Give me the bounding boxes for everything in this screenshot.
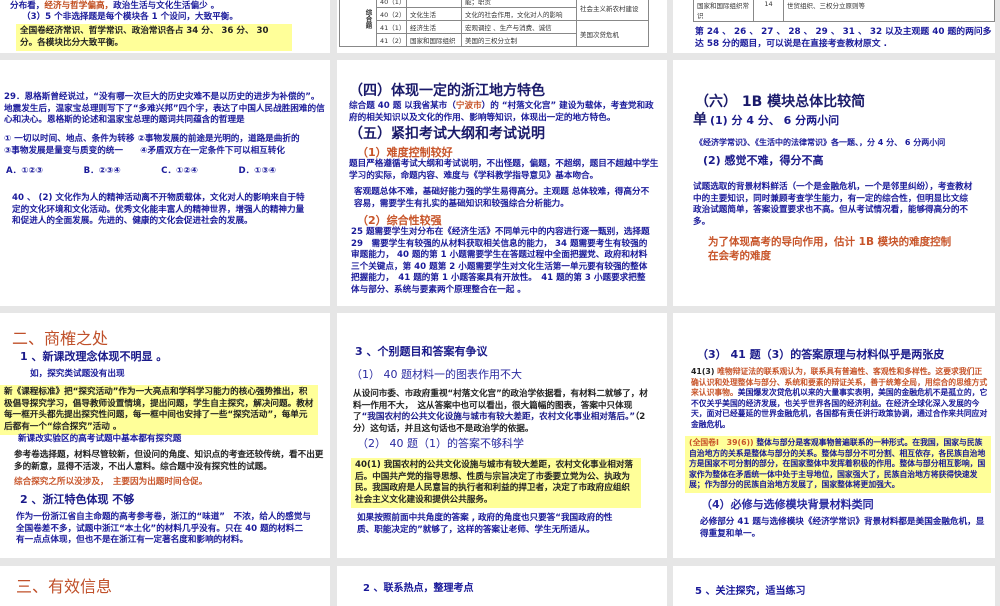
cell: 41（1） [376,20,407,34]
subheading-4: （4）必修与选修模块背景材料类同 [701,498,874,511]
table-row: 国家和国际组织常识 14 世贸组织、三权分立原则等 [693,0,995,22]
table-row: 综合题 40（1） 能；职责 社会主义新农村建设 [339,0,649,47]
highlight-text: 经济与哲学偏高， [44,1,114,11]
text: 综合题 40 题 以我省某市（ [349,101,456,111]
paragraph: 从设问市委、市政府重视“村落文化宫”的政治学依据看，有材料二就够了，材料一作用不… [353,389,653,435]
answer-a: A．①②③ [6,166,44,176]
cell: 国家和国际组织常识 [693,0,754,22]
slide-41-answer[interactable]: （3） 41 题（3）的答案原理与材料似乎是两张皮 41(3) 唯物辩证法的联系… [673,313,995,558]
table-row: 41（1） 经济生活 宏观调控 、生产与消费、诚信 美国次贷危机 [340,20,649,47]
label: 41(3) [691,367,718,376]
comparison-box: (全国卷Ⅰ 39(6)) 整体与部分是客观事物普遍联系的一种形式。在我国，国家与… [685,436,991,493]
cell: 美国的三权分立制 [461,33,577,47]
text: 政治生活与文化生活偏少 。 [113,1,220,11]
cell: 美国次贷危机 [576,20,649,47]
slide-direct-textbook[interactable]: 国家和国际组织常识 14 世贸组织、三权分立原则等 第 24 、 26 、 27 、… [673,0,995,53]
slide-issues[interactable]: 二、商榷之处 1 、新课改理念体现不明显 。 如，探究类试题没有出现 新《课程标… [0,313,330,558]
slide-question-29[interactable]: 29．恩格斯曾经说过，“没有哪一次巨大的历史灾难不是以历史的进步为补偿的”。地震… [0,60,330,306]
cell: 40（2） [376,7,407,21]
reason-text: 综合探究之所以没涉及， 主要因为出题时间仓促。 [14,477,208,487]
heading: 5 、关注探究，适当练习 [695,586,806,597]
question-29: 29．恩格斯曾经说过，“没有哪一次巨大的历史灾难不是以历史的进步为补偿的”。地震… [4,92,325,125]
subheading-difficulty: （1）难度控制较好 [357,146,453,159]
answer-choices: A．①②③ B．②③④ C．①②④ D．①③④ [6,166,326,178]
slide-zhejiang-features[interactable]: （四）体现一定的浙江地方特色 综合题 40 题 以我省某市（宁波市）的 “村落文… [337,60,667,306]
subheading-comprehensive: （2）综合性较强 [357,214,442,227]
heading: 2 、联系热点，整理考点 [363,583,474,594]
cell: 宏观调控 、生产与消费、诚信 [461,20,577,34]
subheading-1: (1) 分 4 分、 6 分两小问 [710,114,840,127]
slide-disputed-questions[interactable]: 3 、个别题目和答案有争议 （1） 40 题材料一的图表作用不大 从设问市委、市… [337,313,667,558]
paragraph: 必修部分 41 题与选修模块《经济学常识》背景材料都是美国金融危机，显得重复和单… [700,517,985,539]
heading: （3） 41 题（3）的答案原理与材料似乎是两张皮 [697,348,945,361]
paragraph: 试题选取的背景材料鲜活（一个是金融危机，一个是邻里纠纷），考查教材中的主要知识，… [693,182,973,227]
answer-b: B．②③④ [83,166,121,176]
paragraph: 新课改实验区的高考试题中基本都有探究题 [18,434,182,444]
paragraph: 综合题 40 题 以我省某市（宁波市）的 “村落文化宫” 建设为载体，考查党和政… [349,101,659,124]
note-box: 全国卷经济常识、哲学常识、政治常识各占 34 分、 36 分、 30 分。各模块… [16,24,292,51]
section-title: 二、商榷之处 [12,329,109,348]
cell [406,0,462,8]
slide-hotspots[interactable]: 2 、联系热点，整理考点 [337,566,667,606]
question-40-answer: 40 、 (2) 文化作为人的精神活动离不开物质载体，文化对人的影响来自于特定的… [12,193,305,226]
paragraph: 作为一份浙江省自主命题的高考参考卷，浙江的“味道” 不浓，给人的感觉与全国卷差不… [16,512,311,545]
paragraph: 《经济学常识》、《生活中的法律常识》各一题、，分 4 分、 6 分两小问 [695,138,946,147]
slide-1b-module[interactable]: （六） 1B 模块总体比较简 单 (1) 分 4 分、 6 分两小问 《经济学常… [673,60,995,306]
question-options: ① 一切以时间、地点、条件为转移 ②事物发展的前途是光明的，道路是曲折的 ③事物… [4,134,326,156]
subheading-2: （2） 40 题（1）的答案不够科学 [357,437,524,450]
section-title: 三、有效信息 [16,577,113,596]
heading-4: （四）体现一定的浙江地方特色 [349,83,545,99]
heading-5: （五）紧扣考试大纲和考试说明 [349,126,545,142]
cell: 国家和国际组织 [406,33,462,47]
paragraph: 参考卷选择题，材料尽管较新，但设问的角度、知识点的考查还较传统，看不出更多的新意… [14,450,324,472]
category-cell: 综合题 [339,0,377,47]
paragraph: 客观题总体不难，基础好能力强的学生易得高分。主观题 总体较难，得高分不容易，需要… [354,187,650,209]
subheading-1: （1） 40 题材料一的图表作用不大 [351,368,522,381]
answer-c: C．①②④ [161,166,198,176]
distribution-line: 分布看，经济与哲学偏高，政治生活与文化生活偏少 。 [10,1,325,13]
quote: “我国农村的公共文化设施与城市有较大差距，农村文化事业相对落后。” [361,412,636,422]
heading-6: （六） 1B 模块总体比较简 [695,94,866,110]
issue-1: 1 、新课改理念体现不明显 。 [20,350,168,363]
heading-6-cont: 单 [693,112,707,128]
heading: 3 、个别题目和答案有争议 [355,345,488,358]
answer-d: D．①③④ [238,166,276,176]
estimate-note: 为了体现高考的导向作用，估计 1B 模块的难度控制在会考的难度 [708,236,952,262]
slide-exam-distribution[interactable]: 分布看，经济与哲学偏高，政治生活与文化生活偏少 。 （3）5 个非选择题是每个模… [0,0,330,53]
answer-text: 41(3) 唯物辩证法的联系观认为，联系具有普遍性、客观性和多样性。这要求我们正… [691,367,989,430]
cell: 经济生活 [406,20,462,34]
paragraph: 如果按照前面中共角度的答案 , 政府的角度也只要答“我国政府的性质、职能决定的”… [357,513,613,535]
question-table: 综合题 40（1） 能；职责 社会主义新农村建设 40（2） 文化生活 文化的社会作用，文化… [339,0,649,47]
cell: 文化生活 [406,7,462,21]
summary-text: 第 24 、 26 、 27 、 28 、 29 、 31 、 32 以及主观题… [695,27,992,49]
city-name: 宁波市 [455,101,482,111]
point-3: （3）5 个非选择题是每个模块各 1 个设问，大致平衡。 [22,12,238,22]
cell: 文化的社会作用，文化对人的影响 [461,7,577,21]
text: 分布看， [10,1,45,11]
cell: 社会主义新农村建设 [576,0,649,21]
curriculum-box: 新《课程标准》把“探究活动”作为一大亮点和学科学习能力的核心强势推出，积极倡导探… [0,385,318,435]
cell: 40（1） [376,0,407,8]
subheading-2: (2) 感觉不难，得分不高 [703,154,824,167]
paragraph: 25 题需要学生对分布在《经济生活》不同单元中的内容进行逐一甄别，选择题 29 … [351,227,650,295]
answer-box: 40(1) 我国农村的公共文化设施与城市有较大差距，农村文化事业相对落后。中国共… [351,458,641,508]
slide-question-table[interactable]: 综合题 40（1） 能；职责 社会主义新农村建设 40（2） 文化生活 文化的社会作用，文化… [337,0,667,53]
cell: 能；职责 [461,0,577,8]
cell: 14 [753,0,784,22]
slide-effective-info[interactable]: 三、有效信息 [0,566,330,606]
example: 如，探究类试题没有出现 [30,369,125,379]
slide-inquiry[interactable]: 5 、关注探究，适当练习 [673,566,995,606]
issue-2: 2 、浙江特色体现 不够 [20,493,135,506]
paragraph: 题目严格遵循考试大纲和考试说明，不出怪题，偏题，不超纲，题目不超越中学生学习的实… [349,159,659,181]
label: (全国卷Ⅰ 39(6)) [689,438,754,447]
module-table: 国家和国际组织常识 14 世贸组织、三权分立原则等 [693,0,995,22]
cell: 世贸组织、三权分立原则等 [783,0,995,22]
cell: 41（2） [376,33,407,47]
